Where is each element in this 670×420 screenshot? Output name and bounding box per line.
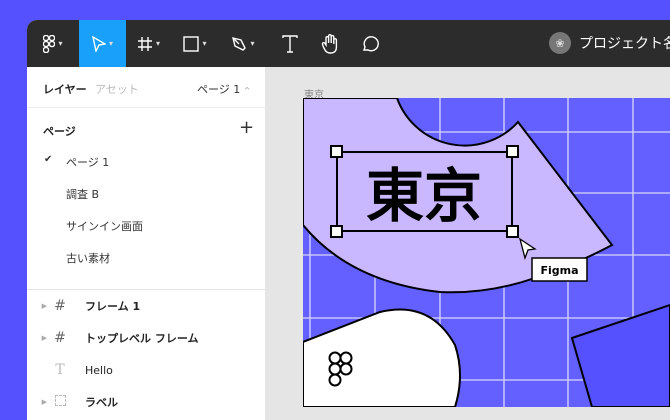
cursor-label: Figma <box>540 264 578 277</box>
canvas-frame[interactable]: 東京 Figma <box>0 0 670 407</box>
tokyo-text[interactable]: 東京 <box>366 162 482 230</box>
